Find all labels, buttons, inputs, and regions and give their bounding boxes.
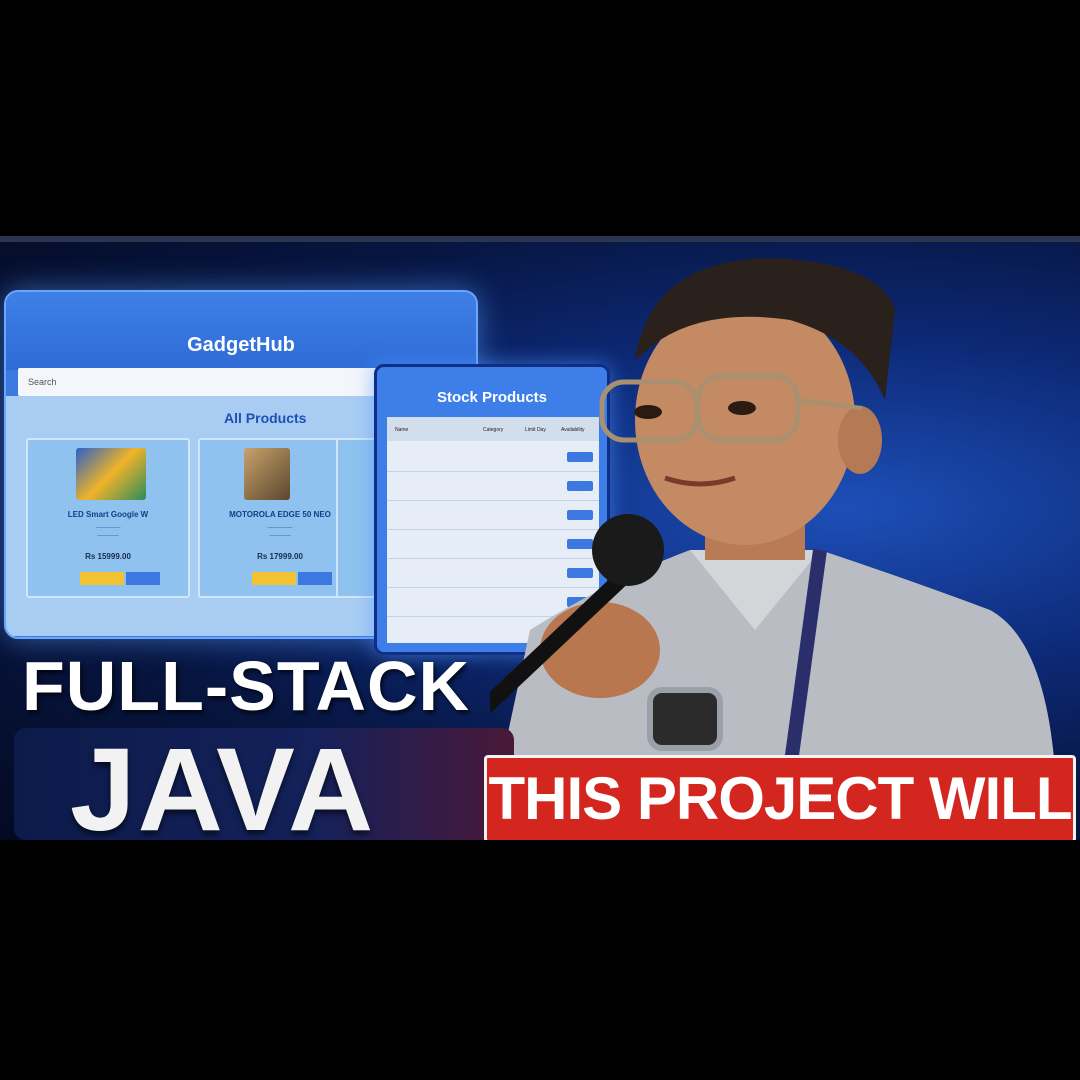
- details-button[interactable]: [126, 572, 160, 585]
- details-button[interactable]: [298, 572, 332, 585]
- gadgethub-header: GadgetHub: [6, 292, 476, 370]
- add-to-cart-button[interactable]: [252, 572, 296, 585]
- presenter-photo: [490, 258, 1055, 770]
- phone-image: [244, 448, 290, 500]
- add-to-cart-button[interactable]: [80, 572, 124, 585]
- product-price: Rs 15999.00: [85, 552, 131, 561]
- caption-banner: THIS PROJECT WILL: [484, 755, 1076, 843]
- search-input[interactable]: Search: [18, 368, 398, 396]
- search-placeholder: Search: [28, 377, 57, 387]
- tv-image: [76, 448, 146, 500]
- bottom-black-bar: [0, 840, 1080, 1080]
- headline-java: JAVA: [70, 724, 376, 856]
- header-name: Name: [395, 427, 409, 433]
- caption-text: THIS PROJECT WILL: [488, 765, 1073, 832]
- top-divider: [0, 236, 1080, 242]
- gadgethub-title: GadgetHub: [187, 334, 295, 356]
- product-description: ─────── ──────: [95, 525, 121, 539]
- product-name: LED Smart Google W: [67, 510, 149, 519]
- headline-full-stack: FULL-STACK: [22, 647, 471, 725]
- product-card[interactable]: LED Smart Google W ─────── ────── Rs 1599…: [26, 438, 190, 598]
- all-products-heading: All Products: [224, 410, 307, 426]
